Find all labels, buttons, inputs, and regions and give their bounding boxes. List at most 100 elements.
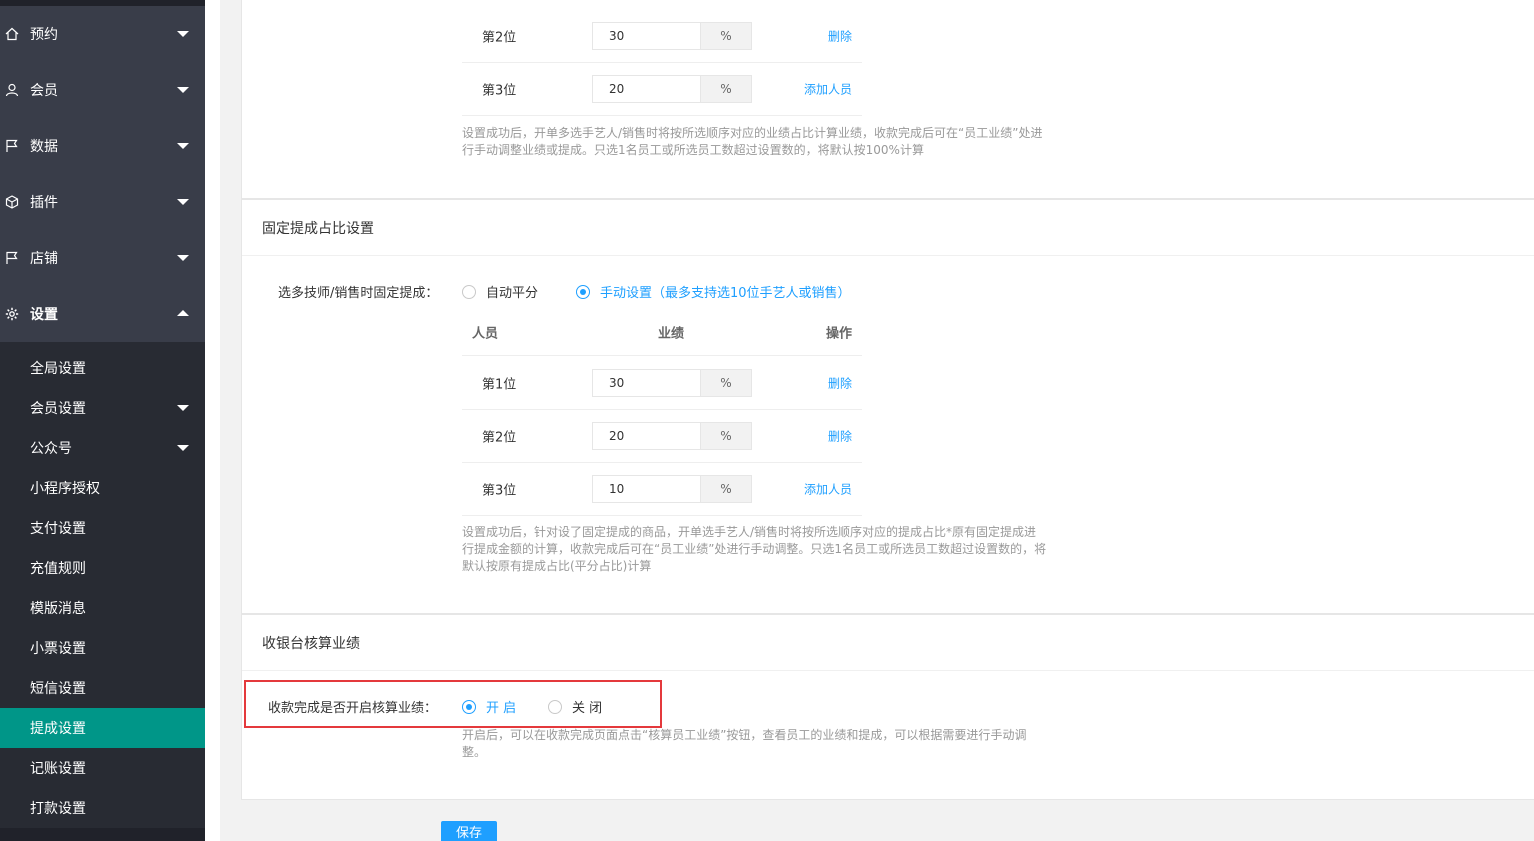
ratio-input[interactable]: 20 [592,422,700,450]
sidebar-item-label: 支付设置 [30,521,86,537]
note-line: 开启后，可以在收款完成页面点击“核算员工业绩”按钮，查看员工的业绩和提成，可以根… [462,728,1027,742]
sidebar: 预约 会员 数据 插件 店铺 设置 全局设置 会员设置 公众号 小程序授权 支付… [0,0,205,841]
form-label: 选多技师/销售时固定提成： [278,286,439,301]
sidebar-item-official-account[interactable]: 公众号 [0,428,205,468]
flag-icon [5,251,19,265]
add-person-link[interactable]: 添加人员 [804,81,852,98]
sidebar-item-recharge-rules[interactable]: 充值规则 [0,548,205,588]
radio-disable[interactable]: 关 闭 [548,697,602,716]
chevron-down-icon [177,199,189,205]
home-icon [5,27,19,41]
delete-link[interactable]: 删除 [828,28,852,45]
sidebar-item-commission-settings[interactable]: 提成设置 [0,708,205,748]
percent-unit: % [700,422,752,450]
gear-icon [5,307,19,321]
radio-label: 开 启 [486,701,517,716]
sidebar-item-receipt-settings[interactable]: 小票设置 [0,628,205,668]
sidebar-item-label: 小票设置 [30,641,86,657]
percent-unit: % [700,75,752,103]
form-label: 收款完成是否开启核算业绩： [268,701,438,716]
chevron-down-icon [177,31,189,37]
menu-settings[interactable]: 设置 [0,286,205,342]
delete-link[interactable]: 删除 [828,375,852,392]
performance-ratio-card: 第2位 30 % 删除 第3位 20 % 添加人员 设置成功后，开单多选手艺人/… [241,0,1534,199]
radio-enable[interactable]: 开 启 [462,697,516,716]
radio-dot [462,699,476,714]
radio-dot [548,699,562,714]
help-note: 设置成功后，开单多选手艺人/销售时将按所选顺序对应的业绩占比计算业绩，收款完成后… [462,125,1042,159]
cube-icon [5,195,19,209]
sidebar-item-label: 充值规则 [30,561,86,577]
percent-unit: % [700,22,752,50]
column-header-person: 人员 [472,326,499,341]
flag-icon [5,139,19,153]
sidebar-item-member-settings[interactable]: 会员设置 [0,388,205,428]
radio-label: 自动平分 [486,286,539,301]
column-header-action: 操作 [825,326,852,341]
sidebar-item-global-settings[interactable]: 全局设置 [0,348,205,388]
delete-link[interactable]: 删除 [828,428,852,445]
menu-label: 预约 [30,27,58,43]
table-row: 第2位 20 % 删除 [462,410,862,463]
position-label: 第2位 [482,430,517,446]
user-icon [5,83,19,97]
save-button[interactable]: 保存 [441,821,497,841]
sidebar-item-sms-settings[interactable]: 短信设置 [0,668,205,708]
sidebar-item-miniprogram-auth[interactable]: 小程序授权 [0,468,205,508]
position-label: 第2位 [482,30,517,46]
position-label: 第1位 [482,377,517,393]
menu-label: 数据 [30,139,58,155]
note-line: 整。 [462,745,487,759]
menu-label: 插件 [30,195,58,211]
note-line: 默认按原有提成占比(平分占比)计算 [462,559,652,573]
menu-member[interactable]: 会员 [0,62,205,118]
sidebar-item-label: 模版消息 [30,601,86,617]
card-title: 固定提成占比设置 [242,200,1534,256]
sidebar-item-label: 提成设置 [30,721,86,737]
sidebar-item-label: 小程序授权 [30,481,100,497]
help-note: 开启后，可以在收款完成页面点击“核算员工业绩”按钮，查看员工的业绩和提成，可以根… [462,727,1026,761]
menu-label: 会员 [30,83,58,99]
sidebar-item-label: 记账设置 [30,761,86,777]
ratio-input[interactable]: 20 [592,75,700,103]
chevron-down-icon [177,143,189,149]
column-header-performance: 业绩 [658,326,685,341]
menu-plugin[interactable]: 插件 [0,174,205,230]
menu-label: 设置 [30,307,58,323]
radio-label: 关 闭 [572,701,603,716]
radio-auto-split[interactable]: 自动平分 [462,282,538,301]
note-line: 设置成功后，开单多选手艺人/销售时将按所选顺序对应的业绩占比计算业绩，收款完成后… [462,126,1043,140]
ratio-input[interactable]: 30 [592,22,700,50]
radio-dot [576,284,590,299]
note-line: 行提成金额的计算，收款完成后可在“员工业绩”处进行手动调整。只选1名员工或所选员… [462,542,1047,556]
menu-data[interactable]: 数据 [0,118,205,174]
percent-unit: % [700,369,752,397]
fixed-commission-card: 固定提成占比设置 选多技师/销售时固定提成： 自动平分 手动设置（最多支持选10… [241,199,1534,614]
note-line: 行手动调整业绩或提成。只选1名员工或所选员工数超过设置数的，将默认按100%计算 [462,143,924,157]
table-header: 人员 业绩 操作 [462,308,862,356]
sidebar-item-template-messages[interactable]: 模版消息 [0,588,205,628]
menu-appointment[interactable]: 预约 [0,6,205,62]
radio-label: 手动设置（最多支持选10位手艺人或销售） [600,286,851,301]
menu-store[interactable]: 店铺 [0,230,205,286]
sidebar-item-label: 打款设置 [30,801,86,817]
menu-label: 店铺 [30,251,58,267]
help-note: 设置成功后，针对设了固定提成的商品，开单选手艺人/销售时将按所选顺序对应的提成占… [462,524,1046,575]
sidebar-item-label: 短信设置 [30,681,86,697]
ratio-input[interactable]: 30 [592,369,700,397]
radio-manual-set[interactable]: 手动设置（最多支持选10位手艺人或销售） [576,282,851,301]
main-content: 第2位 30 % 删除 第3位 20 % 添加人员 设置成功后，开单多选手艺人/… [205,0,1534,841]
content-gutter [205,0,220,841]
note-line: 设置成功后，针对设了固定提成的商品，开单选手艺人/销售时将按所选顺序对应的提成占… [462,525,1037,539]
chevron-down-icon [177,255,189,261]
table-row: 第3位 20 % 添加人员 [462,63,862,116]
sidebar-item-payout-settings[interactable]: 打款设置 [0,788,205,828]
position-label: 第3位 [482,83,517,99]
percent-unit: % [700,475,752,503]
chevron-down-icon [177,445,189,451]
sidebar-item-accounting-settings[interactable]: 记账设置 [0,748,205,788]
sidebar-item-payment-settings[interactable]: 支付设置 [0,508,205,548]
add-person-link[interactable]: 添加人员 [804,481,852,498]
chevron-up-icon [177,310,189,316]
ratio-input[interactable]: 10 [592,475,700,503]
